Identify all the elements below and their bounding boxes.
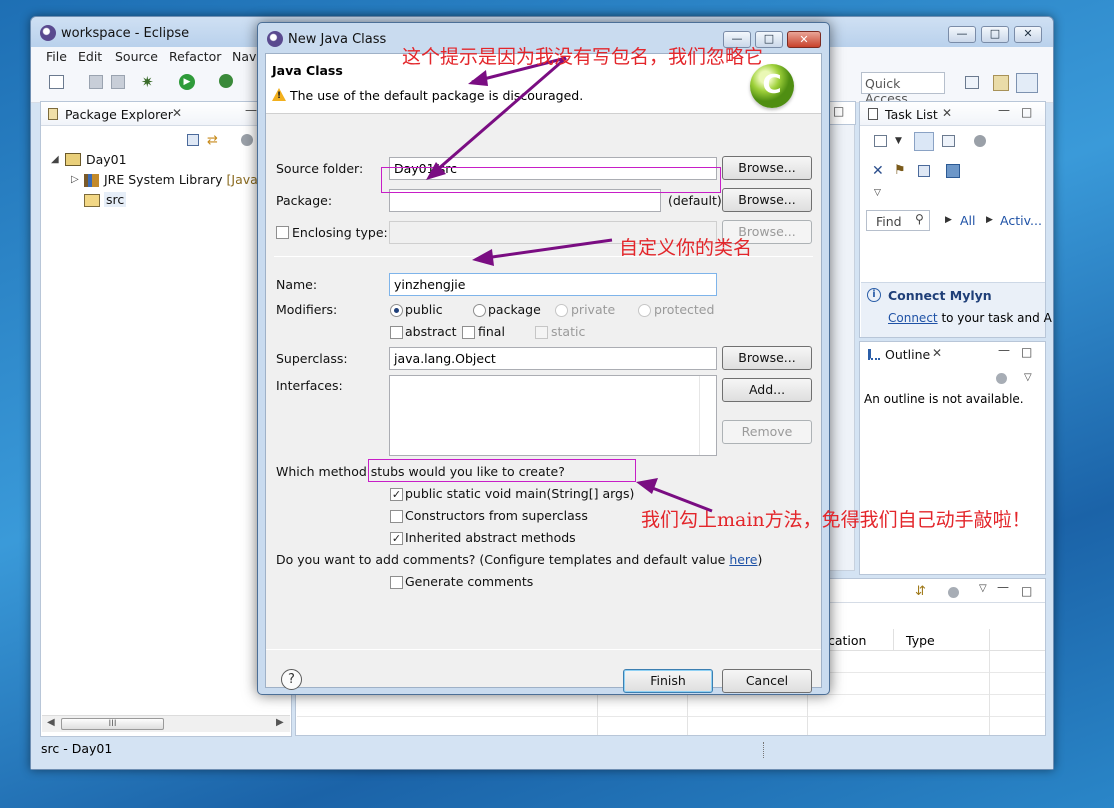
arrow-to-name-head	[472, 249, 494, 266]
arrow-to-name	[477, 238, 613, 261]
annotation-class-name: 自定义你的类名	[619, 237, 753, 259]
arrow-to-main-head	[636, 478, 658, 494]
annotation-ignore-warning: 这个提示是因为我没有写包名，我们忽略它	[402, 46, 764, 68]
annotation-main-method: 我们勾上main方法，免得我们自己动手敲啦！	[641, 509, 1031, 531]
arrow-to-warning-head	[468, 70, 488, 86]
annotation-arrows	[426, 56, 713, 513]
